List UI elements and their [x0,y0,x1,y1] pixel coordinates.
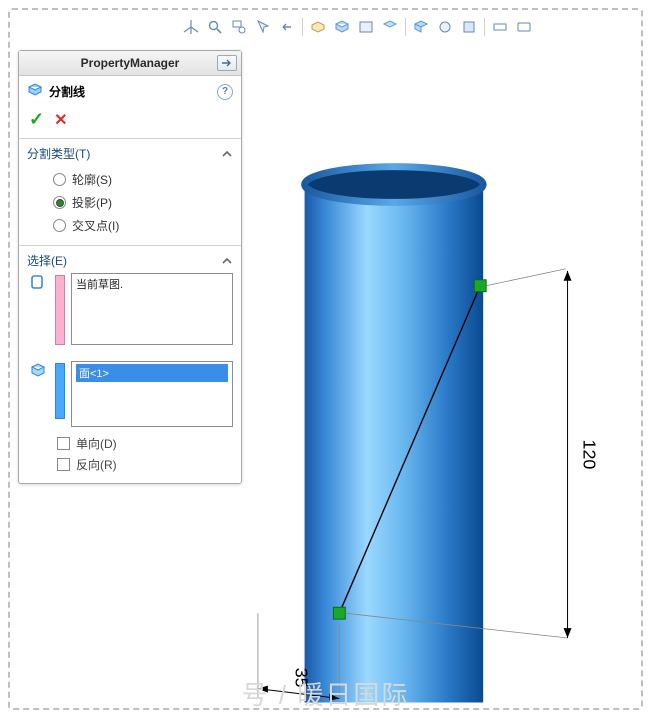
chevron-up-icon[interactable] [221,255,233,267]
cancel-button[interactable]: ✕ [54,110,67,130]
radio-icon [53,196,66,209]
accept-cancel-row: ✓ ✕ [19,107,241,138]
face-selection-list[interactable]: 面<1> [71,361,233,427]
list-item[interactable]: 面<1> [76,364,228,382]
pm-header-title: PropertyManager [81,56,180,70]
hide-show-icon[interactable] [410,16,432,38]
checkbox-icon [57,437,70,450]
select-section: 选择(E) 当前草图. 面<1> 单向(D) [19,245,241,483]
radio-icon [53,219,66,232]
display-style-icon[interactable] [331,16,353,38]
sketch-selection-icon [27,273,49,345]
toolbar-separator [302,18,303,36]
radio-label: 交叉点(I) [72,217,119,234]
feature-title-row: 分割线 ? [19,76,241,107]
sketch-endpoint-handle[interactable] [333,607,345,619]
radio-intersection[interactable]: 交叉点(I) [53,214,227,237]
sketch-selection-list[interactable]: 当前草图. [71,273,233,345]
sketch-required-indicator [55,275,65,345]
split-type-section: 分割类型(T) 轮廓(S) 投影(P) 交叉点(I) [19,138,241,245]
section-icon[interactable] [307,16,329,38]
model-canvas[interactable]: 120 35 [250,56,637,704]
checkbox-icon [57,458,70,471]
dimension-value: 35 [292,668,312,688]
scene-icon[interactable] [355,16,377,38]
split-type-label: 分割类型(T) [27,145,90,162]
list-item[interactable]: 当前草图. [76,279,123,291]
feature-title: 分割线 [49,83,85,100]
single-direction-checkbox[interactable]: 单向(D) [57,433,233,454]
appearance-icon[interactable] [434,16,456,38]
radio-icon [53,173,66,186]
help-icon[interactable]: ? [217,84,233,100]
select-label: 选择(E) [27,252,67,269]
flatten-icon[interactable] [489,16,511,38]
view-orient-icon[interactable] [379,16,401,38]
zoom-area-icon[interactable] [228,16,250,38]
edit-appearance-icon[interactable] [458,16,480,38]
view-toolbar [180,16,535,38]
property-manager-panel: PropertyManager 分割线 ? ✓ ✕ 分割类型(T) 轮廓(S) … [18,50,242,484]
checkbox-label: 单向(D) [76,435,117,452]
capture-icon[interactable] [513,16,535,38]
pm-header: PropertyManager [19,51,241,76]
face-selection-icon [27,361,49,427]
zoom-fit-icon[interactable] [204,16,226,38]
sketch-endpoint-handle[interactable] [474,280,486,292]
radio-label: 轮廓(S) [72,171,112,188]
face-required-indicator [55,363,65,419]
select-icon[interactable] [252,16,274,38]
dimension-value: 120 [579,440,599,470]
radio-label: 投影(P) [72,194,112,211]
ok-button[interactable]: ✓ [29,109,44,130]
split-line-feature-icon [27,82,43,101]
reverse-checkbox[interactable]: 反向(R) [57,454,233,475]
toolbar-separator [484,18,485,36]
chevron-up-icon[interactable] [221,148,233,160]
radio-projection[interactable]: 投影(P) [53,191,227,214]
axis-icon[interactable] [180,16,202,38]
graphics-viewport[interactable]: 120 35 [250,56,637,704]
checkbox-label: 反向(R) [76,456,117,473]
cylinder-body[interactable] [305,187,484,703]
radio-silhouette[interactable]: 轮廓(S) [53,168,227,191]
toolbar-separator [405,18,406,36]
pin-panel-button[interactable] [217,55,237,71]
prev-view-icon[interactable] [276,16,298,38]
